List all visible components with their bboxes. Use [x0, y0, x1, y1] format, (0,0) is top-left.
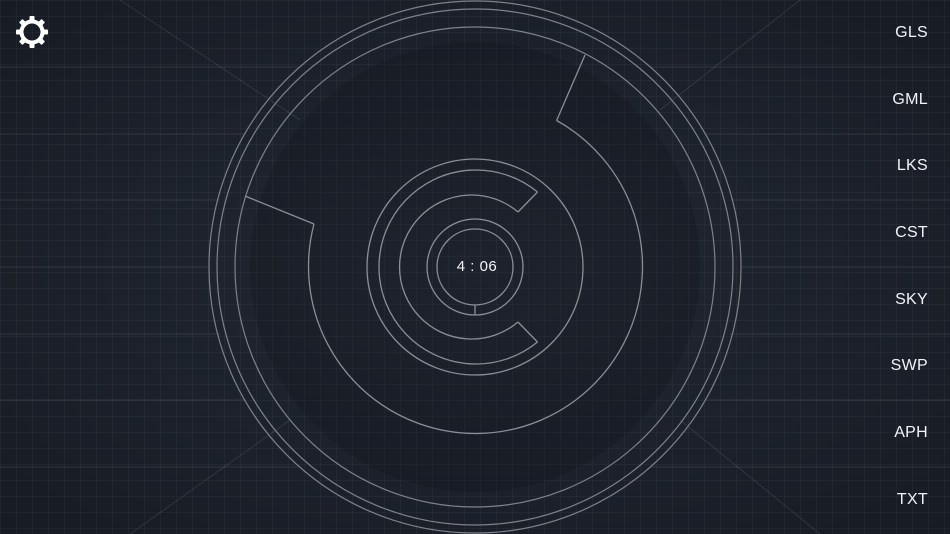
mode-menu: GLS GML LKS CST SKY SWP APH TXT — [830, 0, 950, 534]
menu-item-swp[interactable]: SWP — [828, 346, 928, 386]
menu-item-aph[interactable]: APH — [828, 413, 928, 453]
menu-item-txt[interactable]: TXT — [828, 480, 928, 520]
menu-item-cst[interactable]: CST — [828, 213, 928, 253]
menu-item-gml[interactable]: GML — [828, 80, 928, 120]
gear-icon — [16, 16, 48, 48]
menu-item-lks[interactable]: LKS — [828, 146, 928, 186]
menu-item-gls[interactable]: GLS — [828, 13, 928, 53]
settings-button[interactable] — [14, 14, 50, 50]
app-screen: 4 : 06 GLS GML LKS CST SKY SWP APH TXT — [0, 0, 950, 534]
timer-readout: 4 : 06 — [456, 258, 498, 275]
menu-item-sky[interactable]: SKY — [828, 280, 928, 320]
